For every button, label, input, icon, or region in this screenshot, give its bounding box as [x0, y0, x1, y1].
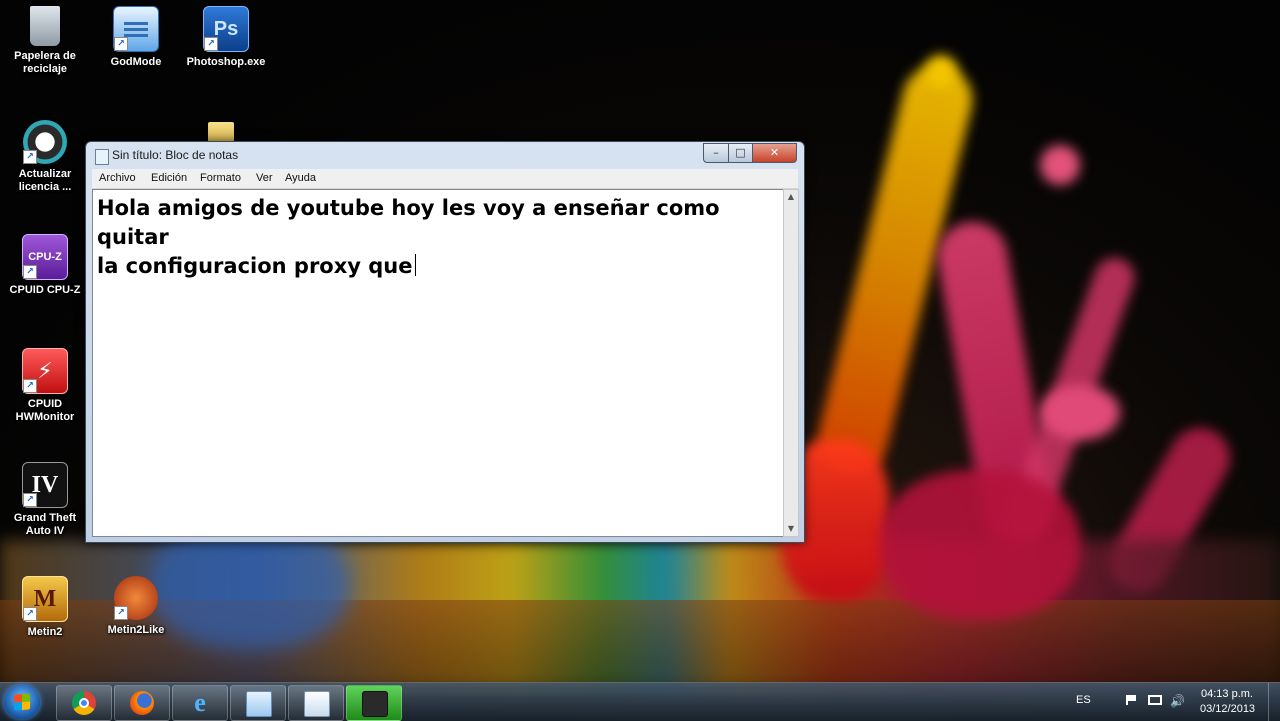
volume-icon[interactable]: 🔊: [1170, 694, 1185, 708]
minimize-button[interactable]: –: [703, 143, 729, 163]
menu-archivo[interactable]: Archivo: [99, 172, 136, 184]
action-center-flag-icon[interactable]: [1126, 695, 1138, 705]
desktop-icon-actualizar-licencia[interactable]: ↗ Actualizar licencia ...: [3, 120, 87, 194]
desktop-icon-recycle-bin[interactable]: Papelera de reciclaje: [3, 6, 87, 76]
gta-iv-icon: IV ↗: [22, 462, 68, 508]
menu-edicion[interactable]: Edición: [151, 172, 187, 184]
text-editor-area[interactable]: Hola amigos de youtube hoy les voy a ens…: [92, 189, 784, 537]
text-line-2: la configuracion proxy que: [97, 254, 413, 278]
menu-bar: Archivo Edición Formato Ver Ayuda: [92, 169, 798, 189]
taskbar-notepad[interactable]: [230, 685, 286, 721]
scroll-down-icon[interactable]: ▼: [784, 522, 798, 536]
desktop-icon-label: Actualizar licencia ...: [18, 168, 72, 193]
photoshop-icon: Ps ↗: [203, 6, 249, 52]
internet-explorer-icon: e: [194, 688, 206, 717]
desktop-icon-godmode[interactable]: ↗ GodMode: [94, 6, 178, 69]
control-panel-icon: ↗: [113, 6, 159, 52]
vertical-scrollbar[interactable]: ▲ ▼: [783, 189, 799, 537]
desktop-icon-label: CPUID HWMonitor: [15, 398, 75, 423]
text-caret: [414, 254, 416, 276]
taskbar: e ES 🔊 04:13 p.m. 03/12/2013: [0, 682, 1280, 721]
desktop-icon-label: Papelera de reciclaje: [14, 50, 76, 75]
chrome-icon: [72, 691, 96, 715]
taskbar-chrome[interactable]: [56, 685, 112, 721]
metin2like-icon: ↗: [114, 576, 158, 620]
desktop-icon-metin2like[interactable]: ↗ Metin2Like: [94, 576, 178, 637]
desktop-icon-metin2[interactable]: M ↗ Metin2: [3, 576, 87, 639]
menu-formato[interactable]: Formato: [200, 172, 241, 184]
folder-icon[interactable]: [208, 122, 234, 142]
file-icon: [304, 691, 330, 717]
menu-ver[interactable]: Ver: [256, 172, 273, 184]
recycle-bin-icon: [30, 6, 60, 46]
camtasia-recorder-icon: [362, 691, 388, 717]
desktop-icon-photoshop[interactable]: Ps ↗ Photoshop.exe: [184, 6, 268, 69]
scroll-up-icon[interactable]: ▲: [784, 190, 798, 204]
menu-ayuda[interactable]: Ayuda: [285, 172, 316, 184]
desktop-icon-label: CPUID CPU-Z: [9, 284, 81, 296]
document-text: Hola amigos de youtube hoy les voy a ens…: [97, 194, 777, 281]
hwmonitor-icon: ⚡ ↗: [22, 348, 68, 394]
desktop-icon-cpuz[interactable]: CPU-Z ↗ CPUID CPU-Z: [3, 234, 87, 297]
desktop-icon-gta-iv[interactable]: IV ↗ Grand Theft Auto IV: [3, 462, 87, 538]
taskbar-file[interactable]: [288, 685, 344, 721]
windows-logo-icon: [14, 693, 30, 711]
notepad-icon: [95, 149, 109, 165]
close-button[interactable]: ✕: [752, 143, 797, 163]
show-desktop-button[interactable]: [1268, 683, 1280, 721]
clock-time[interactable]: 04:13 p.m.: [1201, 688, 1253, 700]
taskbar-camtasia-recorder[interactable]: [346, 685, 402, 721]
taskbar-firefox[interactable]: [114, 685, 170, 721]
desktop-icon-label: GodMode: [110, 56, 162, 68]
maximize-button[interactable]: □: [728, 143, 753, 163]
desktop-icon-label: Metin2: [27, 626, 63, 638]
license-update-icon: ↗: [23, 120, 67, 164]
taskbar-internet-explorer[interactable]: e: [172, 685, 228, 721]
clock-date[interactable]: 03/12/2013: [1200, 703, 1255, 715]
desktop-icon-label: Metin2Like: [107, 624, 165, 636]
window-title: Sin título: Bloc de notas: [112, 148, 239, 162]
window-titlebar[interactable]: Sin título: Bloc de notas – □ ✕: [86, 142, 804, 169]
notepad-window[interactable]: Sin título: Bloc de notas – □ ✕ Archivo …: [85, 141, 805, 543]
metin2-icon: M ↗: [22, 576, 68, 622]
language-indicator[interactable]: ES: [1076, 694, 1091, 706]
network-icon[interactable]: [1148, 695, 1162, 705]
desktop-icon-label: Grand Theft Auto IV: [13, 512, 77, 537]
desktop-icon-hwmonitor[interactable]: ⚡ ↗ CPUID HWMonitor: [3, 348, 87, 424]
start-button[interactable]: [4, 685, 40, 719]
desktop-icon-label: Photoshop.exe: [186, 56, 266, 68]
notepad-icon: [246, 691, 272, 717]
text-line-1: Hola amigos de youtube hoy les voy a ens…: [97, 196, 720, 249]
firefox-icon: [130, 691, 154, 715]
cpuz-icon: CPU-Z ↗: [22, 234, 68, 280]
